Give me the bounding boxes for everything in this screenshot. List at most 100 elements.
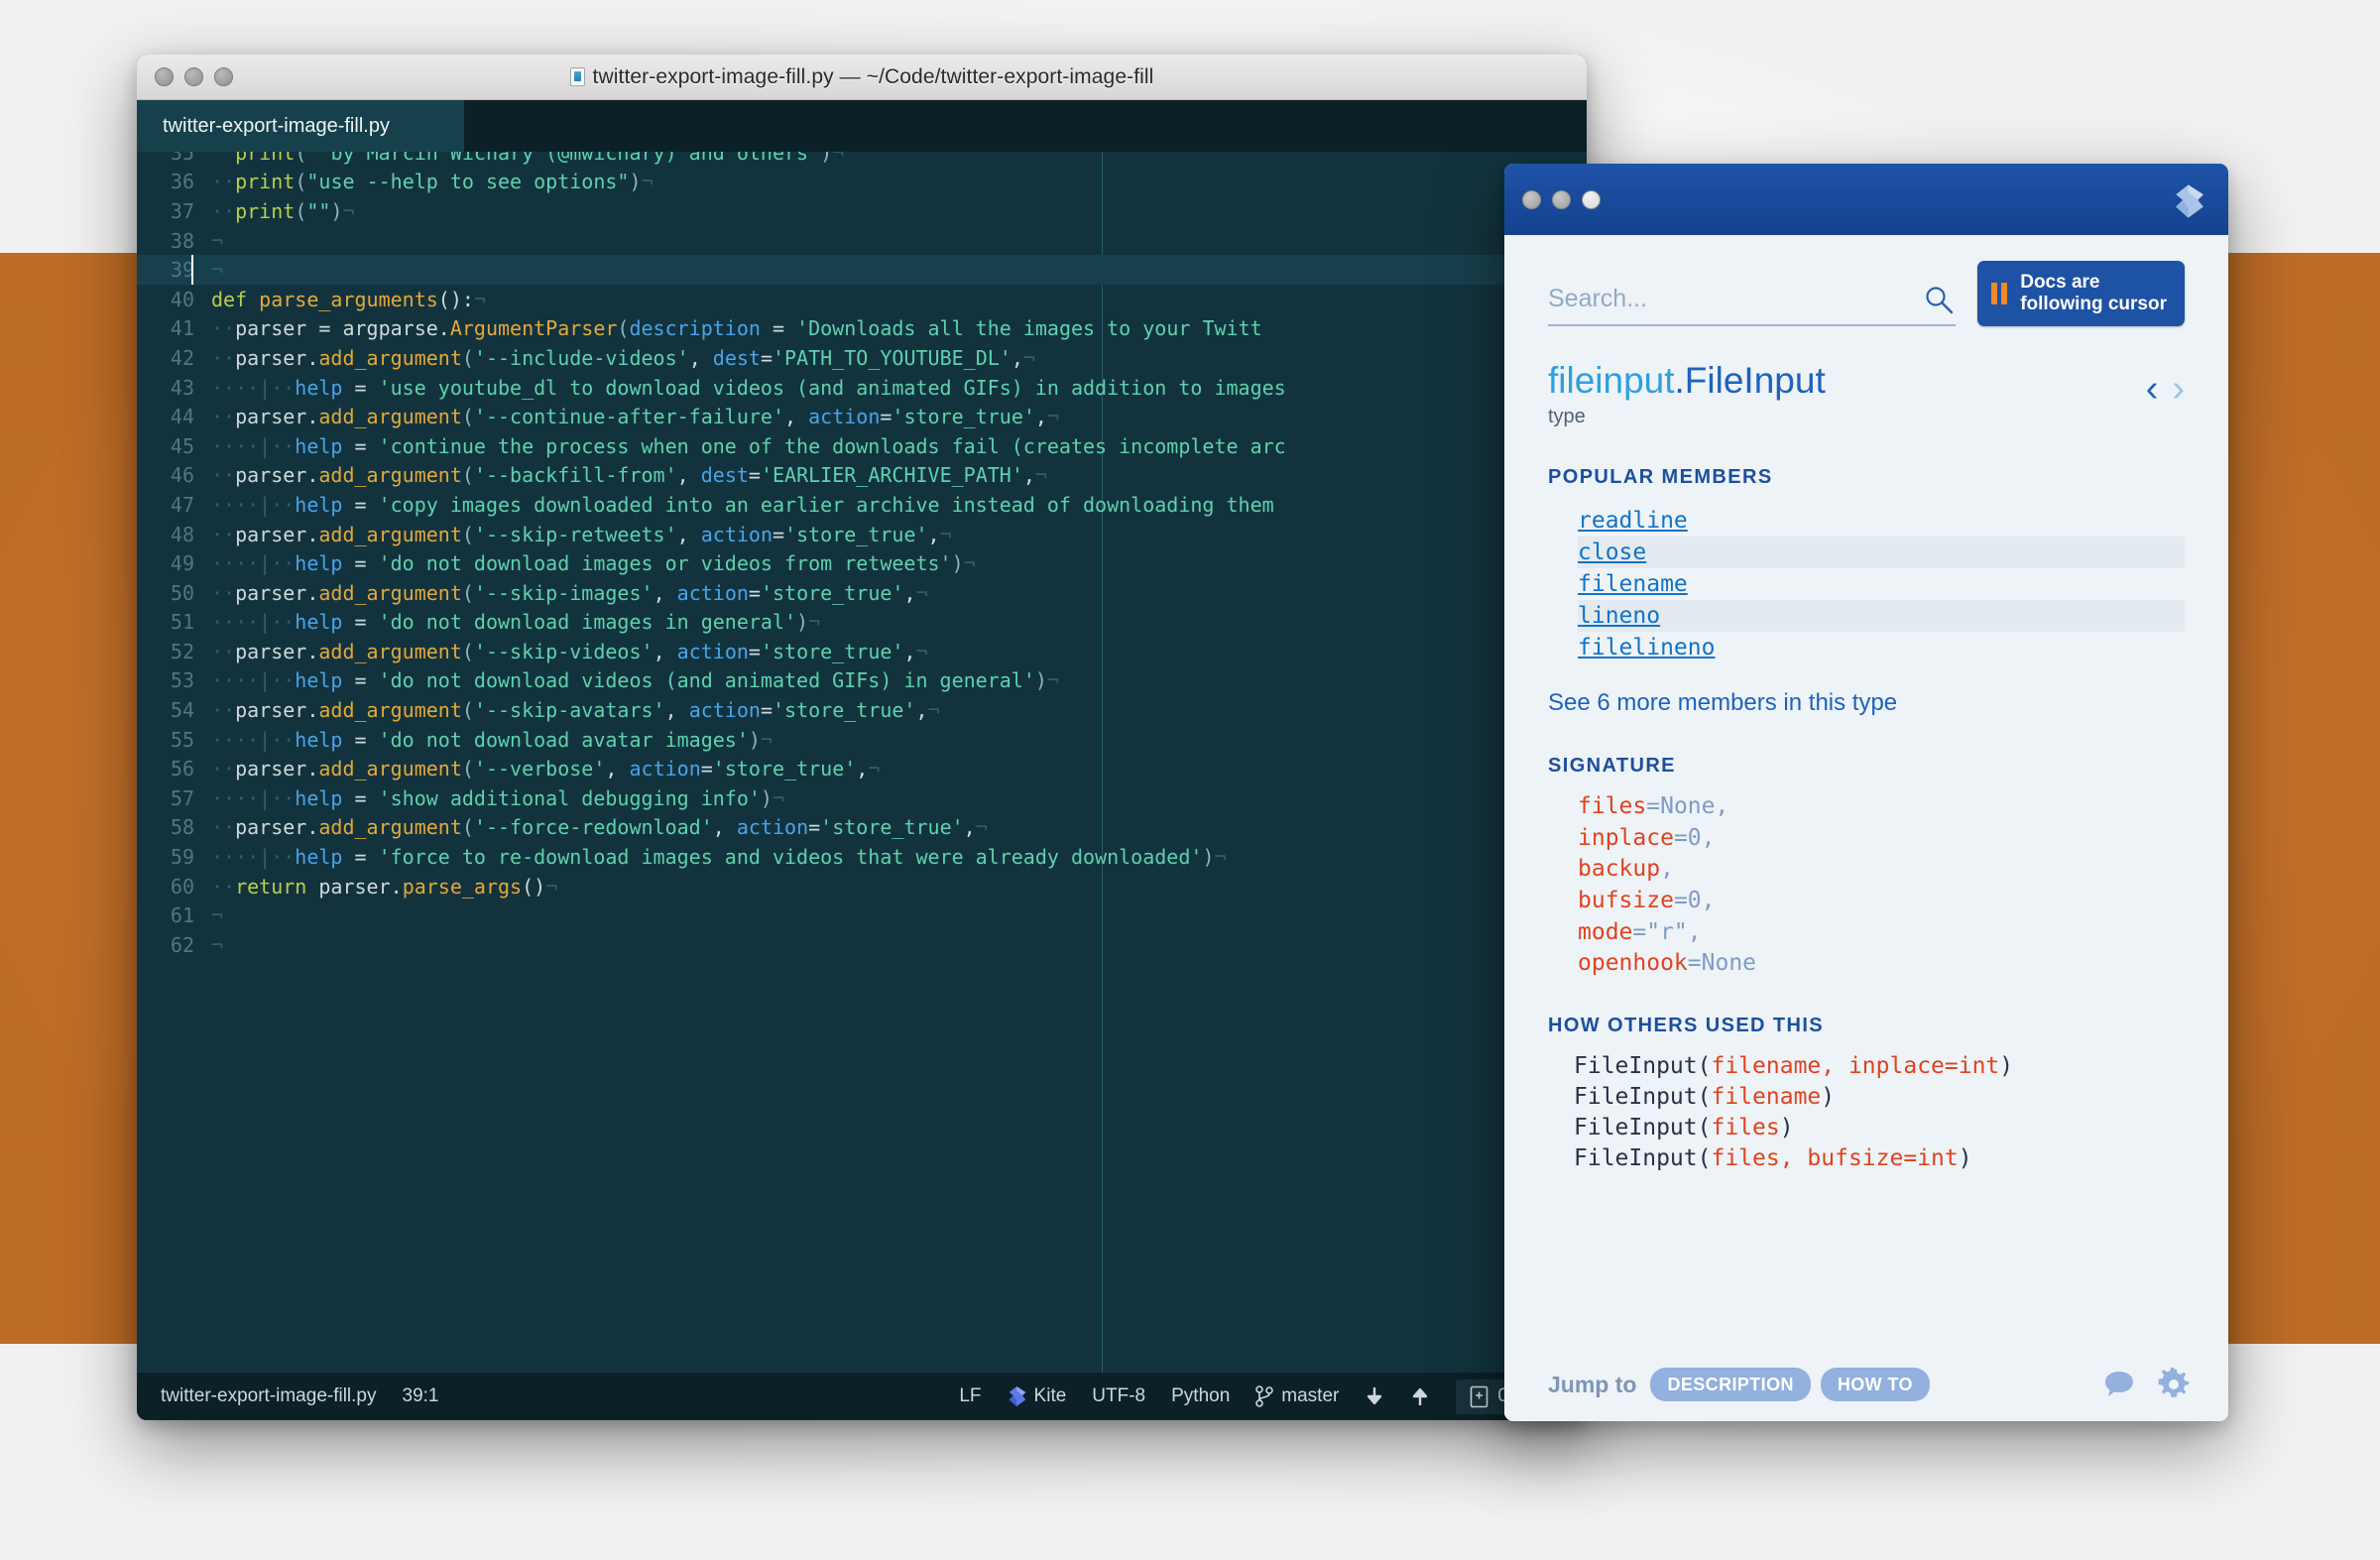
search-icon[interactable] xyxy=(1924,285,1954,314)
code-line[interactable]: 60 ··return parser.parse_args()¬ xyxy=(137,872,1587,901)
line-number: 61 xyxy=(170,903,194,928)
jump-chip-description[interactable]: DESCRIPTION xyxy=(1650,1367,1811,1401)
kite-close-button[interactable] xyxy=(1522,189,1541,209)
usage-callee: FileInput( xyxy=(1574,1084,1712,1111)
nav-forward-icon[interactable]: › xyxy=(2172,370,2185,408)
code-line[interactable]: 57 ····|··help = 'show additional debuggi… xyxy=(137,783,1587,813)
line-number: 60 xyxy=(170,874,194,899)
editor-window-controls[interactable] xyxy=(155,67,233,86)
status-kite[interactable]: Kite xyxy=(1008,1385,1067,1407)
jump-chip-how-to[interactable]: HOW TO xyxy=(1820,1367,1930,1401)
code-editor-pane[interactable]: 35 print(" by Marcin Wichary (@mwichary)… xyxy=(137,152,1587,1373)
status-pull-button[interactable] xyxy=(1365,1385,1384,1407)
signature-param-name: bufsize xyxy=(1578,887,1674,913)
member-link-readline[interactable]: readline xyxy=(1578,508,1688,534)
code-line[interactable]: 52 ··parser.add_argument('--skip-videos',… xyxy=(137,637,1587,666)
status-encoding[interactable]: UTF-8 xyxy=(1092,1385,1145,1407)
member-row[interactable]: filelineno xyxy=(1578,632,2185,663)
section-signature-title: SIGNATURE xyxy=(1548,754,1676,777)
code-line-text: ····|··help = 'do not download images in… xyxy=(211,610,821,635)
kite-window-controls[interactable] xyxy=(1522,189,1601,209)
member-link-filename[interactable]: filename xyxy=(1578,571,1688,597)
code-line[interactable]: 51 ····|··help = 'do not download images … xyxy=(137,608,1587,638)
code-line[interactable]: 56 ··parser.add_argument('--verbose', act… xyxy=(137,754,1587,783)
line-number: 40 xyxy=(170,287,194,311)
code-line-text: ··parser.add_argument('--skip-images', a… xyxy=(211,580,928,605)
code-line[interactable]: 37 ··print("")¬ xyxy=(137,196,1587,226)
code-line[interactable]: 44 ··parser.add_argument('--continue-afte… xyxy=(137,402,1587,431)
member-link-filelineno[interactable]: filelineno xyxy=(1578,635,1715,660)
code-line-text: ··parser.add_argument('--skip-videos', a… xyxy=(211,639,928,663)
code-line[interactable]: 62 ¬ xyxy=(137,930,1587,960)
status-line-ending[interactable]: LF xyxy=(959,1385,981,1407)
editor-titlebar[interactable]: twitter-export-image-fill.py — ~/Code/tw… xyxy=(137,55,1587,100)
code-line[interactable]: 45 ····|··help = 'continue the process wh… xyxy=(137,431,1587,461)
status-language[interactable]: Python xyxy=(1171,1385,1230,1407)
line-number: 44 xyxy=(170,405,194,429)
code-line-text: ··print("use --help to see options")¬ xyxy=(211,170,654,194)
nav-back-icon[interactable]: ‹ xyxy=(2146,370,2159,408)
code-line[interactable]: 38 ¬ xyxy=(137,226,1587,256)
popular-members-list[interactable]: readline close filename lineno filelineno xyxy=(1578,505,2185,663)
minimize-button[interactable] xyxy=(184,67,203,86)
code-line[interactable]: 55 ····|··help = 'do not download avatar … xyxy=(137,725,1587,755)
git-branch-icon xyxy=(1255,1385,1274,1407)
status-kite-label: Kite xyxy=(1033,1385,1067,1406)
kite-maximize-button[interactable] xyxy=(1582,189,1601,209)
code-line[interactable]: 54 ··parser.add_argument('--skip-avatars'… xyxy=(137,695,1587,725)
code-line[interactable]: 59 ····|··help = 'force to re-download im… xyxy=(137,842,1587,872)
signature-param-value: =None, xyxy=(1646,792,1729,819)
member-row[interactable]: close xyxy=(1578,536,2185,568)
status-push-button[interactable] xyxy=(1410,1385,1430,1407)
code-line[interactable]: 42 ··parser.add_argument('--include-video… xyxy=(137,343,1587,373)
code-line[interactable]: 47 ····|··help = 'copy images downloaded … xyxy=(137,490,1587,520)
history-nav[interactable]: ‹ › xyxy=(2146,362,2185,408)
search-field-wrapper[interactable] xyxy=(1548,285,1957,327)
editor-tab-bar[interactable]: twitter-export-image-fill.py xyxy=(137,100,1587,152)
close-button[interactable] xyxy=(155,67,174,86)
kite-titlebar[interactable] xyxy=(1504,164,2228,235)
editor-status-bar[interactable]: twitter-export-image-fill.py 39:1 LF Kit… xyxy=(137,1373,1587,1420)
chat-bubble-icon[interactable] xyxy=(2103,1370,2135,1399)
docs-following-cursor-button[interactable]: Docs are following cursor xyxy=(1977,261,2185,327)
see-more-members-link[interactable]: See 6 more members in this type xyxy=(1548,689,2185,717)
jump-to-chips[interactable]: DESCRIPTION HOW TO xyxy=(1650,1367,1939,1401)
code-lines-container[interactable]: 35 print(" by Marcin Wichary (@mwichary)… xyxy=(137,152,1587,960)
member-row[interactable]: lineno xyxy=(1578,599,2185,632)
line-number: 50 xyxy=(170,580,194,605)
code-line[interactable]: 39 ¬ xyxy=(137,255,1587,285)
code-line-text: ··parser.add_argument('--skip-retweets',… xyxy=(211,522,952,546)
code-line-text: ··parser.add_argument('--include-videos'… xyxy=(211,345,1035,370)
code-line[interactable]: 46 ··parser.add_argument('--backfill-from… xyxy=(137,461,1587,491)
member-link-lineno[interactable]: lineno xyxy=(1578,603,1660,629)
code-line[interactable]: 40 def parse_arguments():¬ xyxy=(137,285,1587,314)
section-how-others-used-title: HOW OTHERS USED THIS xyxy=(1548,1014,1825,1036)
code-line[interactable]: 41 ··parser = argparse.ArgumentParser(des… xyxy=(137,314,1587,344)
code-line[interactable]: 35 print(" by Marcin Wichary (@mwichary)… xyxy=(137,152,1587,168)
status-git-branch[interactable]: master xyxy=(1255,1385,1339,1407)
code-line[interactable]: 50 ··parser.add_argument('--skip-images',… xyxy=(137,578,1587,608)
code-line[interactable]: 43 ····|··help = 'use youtube_dl to downl… xyxy=(137,373,1587,403)
code-line[interactable]: 36 ··print("use --help to see options")¬ xyxy=(137,168,1587,197)
member-row[interactable]: filename xyxy=(1578,568,2185,600)
line-number: 47 xyxy=(170,492,194,517)
status-cursor-position[interactable]: 39:1 xyxy=(403,1385,439,1407)
usage-args: filename xyxy=(1711,1084,1822,1111)
editor-tab-active[interactable]: twitter-export-image-fill.py xyxy=(137,100,464,152)
member-row[interactable]: readline xyxy=(1578,505,2185,537)
search-input[interactable] xyxy=(1548,285,1957,314)
code-line[interactable]: 49 ····|··help = 'do not download images … xyxy=(137,548,1587,578)
editor-tab-label: twitter-export-image-fill.py xyxy=(163,114,390,137)
code-line[interactable]: 53 ····|··help = 'do not download videos … xyxy=(137,666,1587,696)
maximize-button[interactable] xyxy=(214,67,233,86)
kite-minimize-button[interactable] xyxy=(1552,189,1571,209)
code-line[interactable]: 61 ¬ xyxy=(137,900,1587,930)
code-line[interactable]: 48 ··parser.add_argument('--skip-retweets… xyxy=(137,520,1587,549)
usage-close-paren: ) xyxy=(1999,1052,2014,1079)
signature-param-name: inplace xyxy=(1578,824,1674,851)
line-number: 49 xyxy=(170,551,194,576)
gear-icon[interactable] xyxy=(2157,1368,2191,1401)
member-link-close[interactable]: close xyxy=(1578,540,1646,565)
code-line[interactable]: 58 ··parser.add_argument('--force-redownl… xyxy=(137,813,1587,843)
kite-docs-window: Docs are following cursor fileinput.File… xyxy=(1504,164,2228,1421)
